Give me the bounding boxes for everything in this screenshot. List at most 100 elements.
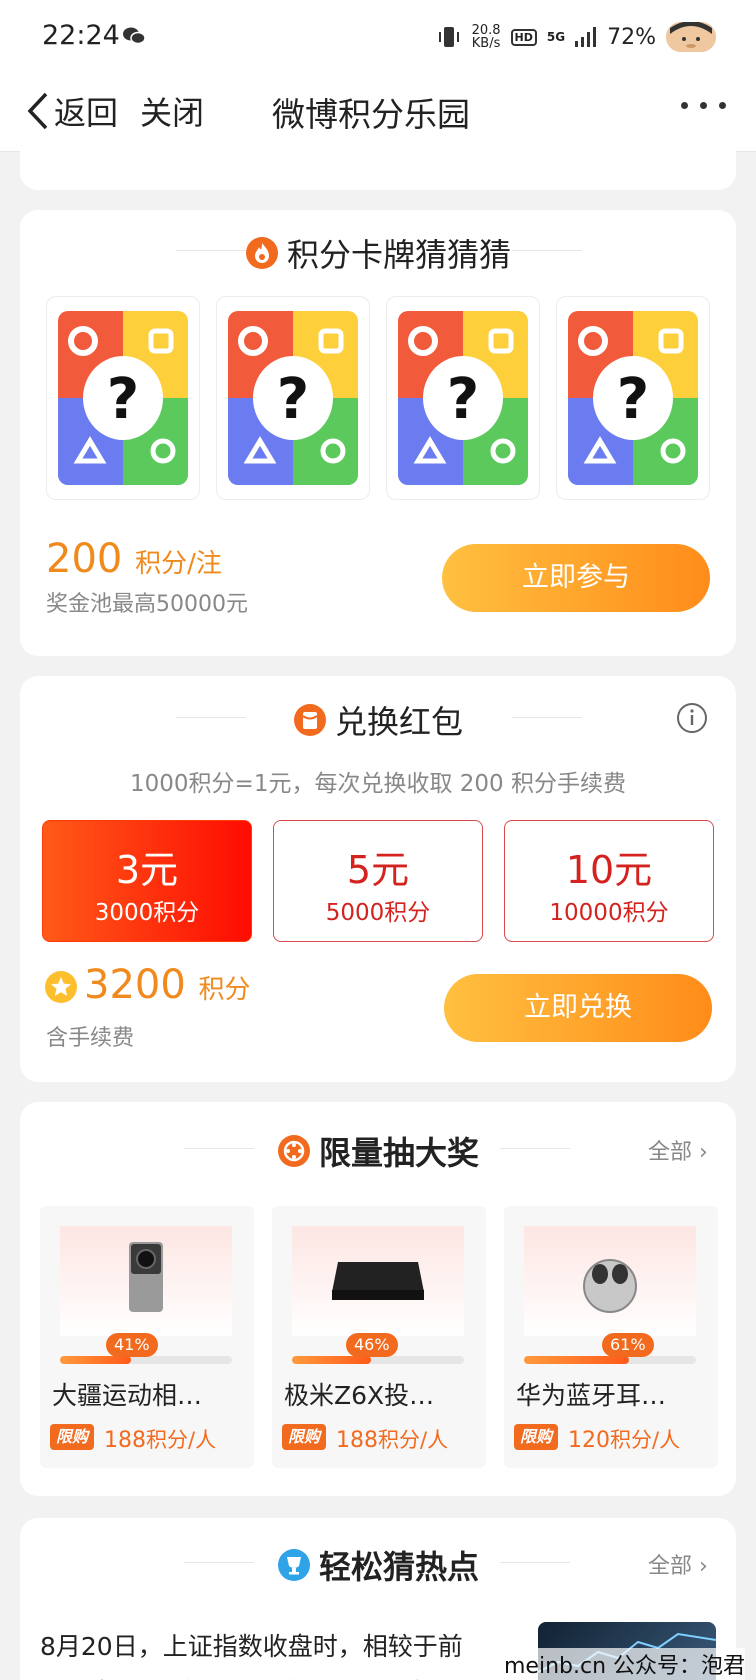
price-value: 120: [568, 1428, 610, 1453]
red-envelope-icon: [293, 704, 326, 736]
previous-card-bottom: [20, 150, 736, 190]
product-image: [60, 1226, 232, 1336]
progress-badge: 46%: [346, 1333, 398, 1357]
hd-badge: HD: [510, 28, 537, 46]
exchange-total: 3200 积分: [84, 962, 251, 1008]
option-amount: 3元: [115, 848, 179, 892]
back-button[interactable]: 返回: [26, 88, 118, 134]
product-price: 188积分/人: [104, 1424, 216, 1454]
battery-level: 72%: [607, 24, 656, 50]
exchange-button[interactable]: 立即兑换: [444, 974, 712, 1042]
question-mark: ?: [276, 367, 310, 432]
product-image: [524, 1226, 696, 1336]
progress-bar: [524, 1356, 696, 1364]
product-price: 188积分/人: [336, 1424, 448, 1454]
guess-card[interactable]: ?: [556, 296, 710, 500]
guess-card[interactable]: ?: [46, 296, 200, 500]
progress-fill: [524, 1356, 629, 1364]
redpacket-option-3[interactable]: 3元 3000积分: [42, 820, 252, 942]
lottery-title: 限量抽大奖: [0, 1128, 756, 1174]
chevron-left-icon: [27, 92, 48, 130]
progress-badge: 61%: [602, 1333, 654, 1357]
question-line: 一个交易日（8月19日），是涨是跌?: [40, 1670, 520, 1680]
card-face: ?: [58, 311, 188, 485]
progress-fill: [292, 1356, 372, 1364]
product-name: 极米Z6X投…: [284, 1381, 435, 1410]
price-unit: 积分/人: [378, 1428, 449, 1452]
guess-cards-title: 积分卡牌猜猜猜: [0, 230, 756, 276]
product-name: 大疆运动相…: [52, 1381, 203, 1410]
card-face: ?: [568, 311, 698, 485]
trophy-icon: [277, 1549, 310, 1581]
close-button[interactable]: 关闭: [140, 88, 204, 134]
projector-icon: [332, 1262, 424, 1300]
option-points: 3000积分: [94, 900, 200, 926]
card-face: ?: [228, 311, 358, 485]
option-points: 5000积分: [325, 900, 431, 926]
hot-guess-all-link[interactable]: 全部 ›: [648, 1548, 708, 1580]
signal-icon: [575, 27, 597, 47]
prize-pool-text: 奖金池最高50000元: [46, 592, 248, 617]
guess-card[interactable]: ?: [386, 296, 540, 500]
vibrate-icon: [438, 27, 459, 47]
speed-unit: KB/s: [471, 36, 501, 51]
question-mark: ?: [106, 367, 140, 432]
more-dot: [719, 102, 726, 109]
price-value: 188: [104, 1428, 146, 1453]
exchange-total-unit: 积分: [198, 975, 251, 1005]
action-camera-icon: [129, 1242, 163, 1312]
limit-tag: 限购: [50, 1424, 95, 1450]
avatar: [666, 22, 716, 52]
more-menu-button[interactable]: [681, 102, 726, 109]
info-icon[interactable]: [676, 702, 708, 734]
status-indicators: 20.8 KB/s HD 5G 72%: [436, 22, 716, 52]
nav-bar: 返回 关闭 微博积分乐园: [0, 72, 756, 152]
bet-price-value: 200: [46, 536, 123, 582]
status-time: 22:24: [42, 20, 120, 51]
lottery-all-link[interactable]: 全部 ›: [648, 1134, 708, 1166]
more-dot: [700, 102, 707, 109]
wheel-icon: [277, 1135, 310, 1167]
exchange-rule: 1000积分=1元，每次兑换收取 200 积分手续费: [130, 771, 626, 797]
hot-guess-question[interactable]: 8月20日，上证指数收盘时，相较于前 一个交易日（8月19日），是涨是跌?: [40, 1624, 520, 1680]
earbuds-case-icon: [583, 1259, 637, 1313]
redpacket-option-5[interactable]: 5元 5000积分: [273, 820, 483, 942]
product-price: 120积分/人: [568, 1424, 680, 1454]
price-unit: 积分/人: [146, 1428, 217, 1452]
progress-bar: [60, 1356, 232, 1364]
redpacket-title: 兑换红包: [0, 697, 756, 743]
price-unit: 积分/人: [610, 1428, 681, 1452]
lottery-item[interactable]: 41% 大疆运动相… 限购 188积分/人: [40, 1206, 254, 1468]
network-speed: 20.8 KB/s: [472, 24, 501, 50]
flame-icon: [245, 237, 278, 269]
status-bar: 22:24 20.8 KB/s HD 5G 72%: [0, 0, 756, 72]
lottery-title-text: 限量抽大奖: [318, 1134, 479, 1172]
avatar-face-icon: [666, 22, 716, 52]
option-amount: 10元: [565, 848, 653, 892]
redpacket-option-10[interactable]: 10元 10000积分: [504, 820, 714, 942]
guess-card[interactable]: ?: [216, 296, 370, 500]
exchange-total-value: 3200: [84, 962, 186, 1008]
back-label: 返回: [54, 94, 119, 132]
progress-fill: [60, 1356, 131, 1364]
join-button[interactable]: 立即参与: [442, 544, 710, 612]
wechat-icon: [123, 27, 146, 45]
lottery-item[interactable]: 61% 华为蓝牙耳… 限购 120积分/人: [504, 1206, 718, 1468]
question-line: 8月20日，上证指数收盘时，相较于前: [40, 1632, 463, 1661]
more-dot: [681, 102, 688, 109]
hot-guess-title: 轻松猜热点: [0, 1542, 756, 1588]
all-label: 全部: [648, 1140, 693, 1165]
card-face: ?: [398, 311, 528, 485]
option-points: 10000积分: [549, 900, 669, 926]
page-title: 微博积分乐园: [272, 95, 470, 134]
question-mark: ?: [446, 367, 480, 432]
progress-badge: 41%: [106, 1333, 158, 1357]
fee-note: 含手续费: [46, 1026, 135, 1051]
option-amount: 5元: [346, 848, 410, 892]
product-image: [292, 1226, 464, 1336]
network-type: 5G: [546, 30, 566, 44]
hot-guess-title-text: 轻松猜热点: [318, 1548, 479, 1586]
lottery-item[interactable]: 46% 极米Z6X投… 限购 188积分/人: [272, 1206, 486, 1468]
progress-bar: [292, 1356, 464, 1364]
watermark: meinb.cn 公众号：泡君: [504, 1648, 746, 1680]
